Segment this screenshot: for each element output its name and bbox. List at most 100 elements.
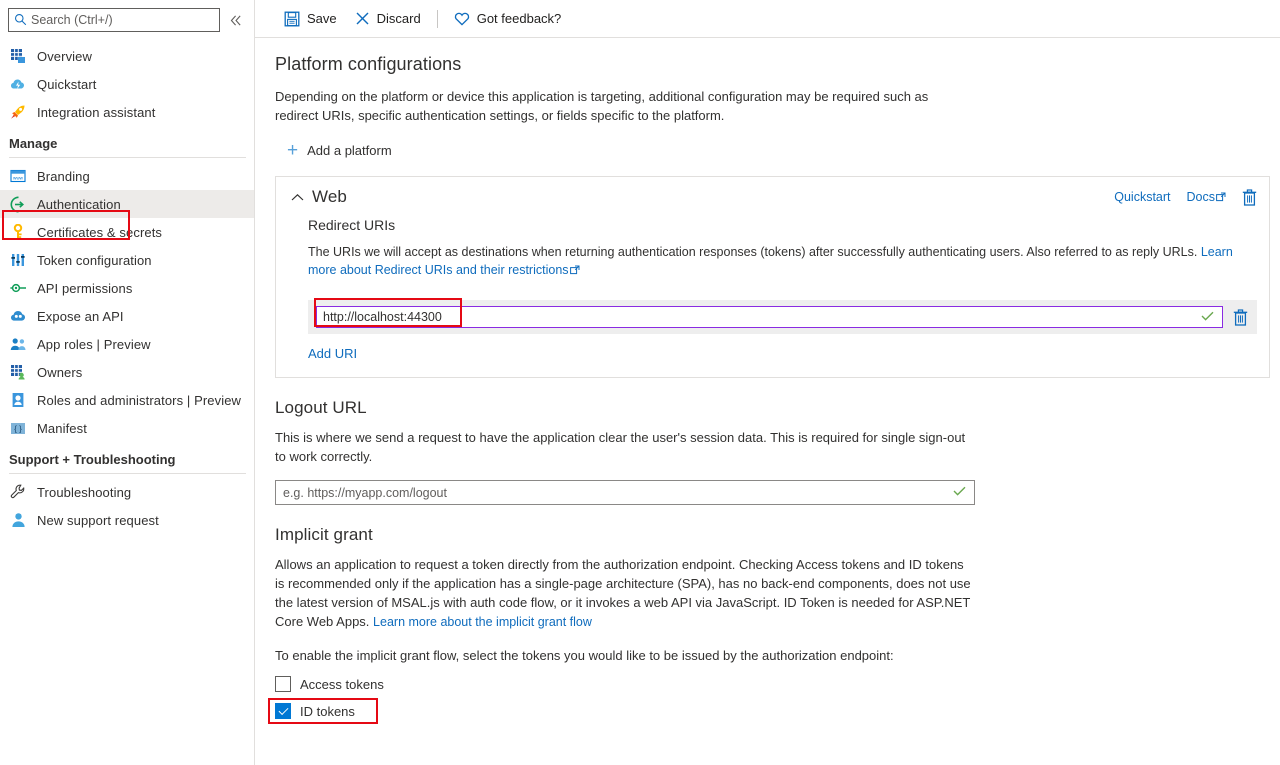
azure-portal-page: Overview Quickstart [0, 0, 1280, 765]
add-uri-button[interactable]: Add URI [308, 346, 357, 361]
discard-button[interactable]: Discard [346, 4, 430, 34]
external-link-icon [1216, 191, 1226, 205]
quickstart-link[interactable]: Quickstart [1114, 190, 1170, 204]
implicit-grant-learn-more-link[interactable]: Learn more about the implicit grant flow [373, 615, 592, 629]
trash-icon[interactable] [1242, 188, 1257, 206]
sidebar-item-branding[interactable]: www Branding [0, 162, 254, 190]
checkbox-id-tokens[interactable]: ID tokens [268, 698, 378, 724]
delete-redirect-uri-button[interactable] [1223, 308, 1257, 326]
plus-icon: + [287, 140, 299, 161]
implicit-grant-description: Allows an application to request a token… [275, 555, 975, 632]
checkbox-box[interactable] [275, 703, 291, 719]
checkmark-icon [953, 485, 966, 499]
sidebar-item-manifest[interactable]: { } Manifest [0, 414, 254, 442]
support-person-icon [9, 511, 27, 529]
discard-label: Discard [376, 11, 421, 26]
sidebar-item-token-configuration[interactable]: Token configuration [0, 246, 254, 274]
sidebar-group-manage-title: Manage [9, 136, 58, 151]
sidebar-item-label: API permissions [37, 280, 133, 296]
sidebar-nav: Overview Quickstart Integration assistan… [0, 42, 254, 534]
logout-url-input[interactable] [276, 481, 974, 504]
toolbar-divider [436, 9, 438, 28]
sidebar-item-label: App roles | Preview [37, 336, 151, 352]
checkbox-access-tokens[interactable]: Access tokens [275, 676, 388, 692]
redirect-uri-input[interactable] [317, 307, 1222, 327]
redirect-uri-input-wrapper[interactable] [314, 298, 1223, 328]
sidebar-item-expose-an-api[interactable]: Expose an API [0, 302, 254, 330]
web-panel-title: Web [312, 187, 347, 206]
command-bar: Save Discard Got feedback? [255, 0, 1280, 38]
web-panel-body: Redirect URIs The URIs we will accept as… [276, 217, 1269, 377]
sidebar-item-certificates-secrets[interactable]: Certificates & secrets [0, 218, 254, 246]
web-platform-panel: Web Quickstart Docs Redirect URIs The UR… [275, 176, 1270, 378]
web-panel-actions: Quickstart Docs [1114, 188, 1257, 206]
checkbox-label: Access tokens [300, 676, 384, 692]
add-a-platform-button[interactable]: + Add a platform [287, 141, 392, 160]
chevron-up-icon[interactable] [288, 193, 306, 202]
key-icon [9, 223, 27, 241]
sidebar-item-roles-and-administrators[interactable]: Roles and administrators | Preview [0, 386, 254, 414]
search-input[interactable] [31, 13, 206, 27]
save-label: Save [307, 11, 337, 26]
redirect-uris-description: The URIs we will accept as destinations … [308, 243, 1257, 280]
sidebar-item-authentication[interactable]: Authentication [0, 190, 254, 218]
sidebar-item-label: Certificates & secrets [37, 224, 163, 240]
checkbox-box[interactable] [275, 676, 291, 692]
sidebar-item-label: New support request [37, 512, 159, 528]
checkbox-label: ID tokens [300, 703, 355, 719]
redirect-uris-desc-text: The URIs we will accept as destinations … [308, 245, 1201, 259]
sidebar-search-row [0, 0, 254, 32]
sidebar-item-label: Overview [37, 48, 92, 64]
sidebar-item-overview[interactable]: Overview [0, 42, 254, 70]
heart-icon [454, 12, 470, 26]
authentication-arrow-icon [9, 195, 27, 213]
sidebar-group-support-title: Support + Troubleshooting [9, 452, 176, 467]
sidebar-item-label: Branding [37, 168, 90, 184]
logout-url-input-wrapper[interactable] [275, 480, 975, 505]
page-title: Platform configurations [275, 54, 462, 74]
token-sliders-icon [9, 251, 27, 269]
sidebar-item-label: Owners [37, 364, 83, 380]
roles-admin-lock-icon [9, 391, 27, 409]
search-box[interactable] [8, 8, 220, 32]
left-sidebar: Overview Quickstart [0, 0, 255, 765]
branding-window-icon: www [9, 167, 27, 185]
redirect-uris-heading: Redirect URIs [308, 217, 396, 233]
docs-link[interactable]: Docs [1187, 190, 1226, 205]
overview-grid-icon [9, 47, 27, 65]
search-icon [9, 13, 31, 28]
sidebar-item-label: Manifest [37, 420, 87, 436]
add-a-platform-label: Add a platform [307, 143, 392, 158]
sidebar-item-integration-assistant[interactable]: Integration assistant [0, 98, 254, 126]
manifest-icon: { } [9, 419, 27, 437]
svg-text:{ }: { } [14, 424, 22, 433]
docs-link-label: Docs [1186, 189, 1215, 204]
sidebar-divider [9, 473, 246, 474]
sidebar-item-new-support-request[interactable]: New support request [0, 506, 254, 534]
sidebar-divider [9, 157, 246, 158]
feedback-label: Got feedback? [476, 11, 562, 26]
sidebar-item-quickstart[interactable]: Quickstart [0, 70, 254, 98]
sidebar-item-label: Authentication [37, 196, 121, 212]
sidebar-item-owners[interactable]: Owners [0, 358, 254, 386]
got-feedback-button[interactable]: Got feedback? [445, 4, 571, 34]
chevron-double-left-icon[interactable] [226, 8, 246, 32]
content-area: Platform configurations Depending on the… [255, 54, 1280, 724]
sidebar-item-label: Integration assistant [37, 104, 156, 120]
sidebar-item-troubleshooting[interactable]: Troubleshooting [0, 478, 254, 506]
implicit-grant-instruction: To enable the implicit grant flow, selec… [275, 648, 894, 663]
save-button[interactable]: Save [275, 4, 346, 34]
close-x-icon [355, 11, 370, 26]
sidebar-item-api-permissions[interactable]: API permissions [0, 274, 254, 302]
cloud-api-icon [9, 307, 27, 325]
sidebar-item-label: Quickstart [37, 76, 97, 92]
wrench-icon [9, 483, 27, 501]
page-description: Depending on the platform or device this… [275, 89, 929, 123]
sidebar-item-app-roles[interactable]: App roles | Preview [0, 330, 254, 358]
implicit-grant-title: Implicit grant [275, 525, 373, 544]
api-permissions-icon [9, 279, 27, 297]
redirect-uri-row [308, 298, 1257, 334]
owners-grid-icon [9, 363, 27, 381]
sidebar-item-label: Roles and administrators | Preview [37, 392, 242, 408]
main-content: Save Discard Got feedback? Platform conf… [255, 0, 1280, 765]
